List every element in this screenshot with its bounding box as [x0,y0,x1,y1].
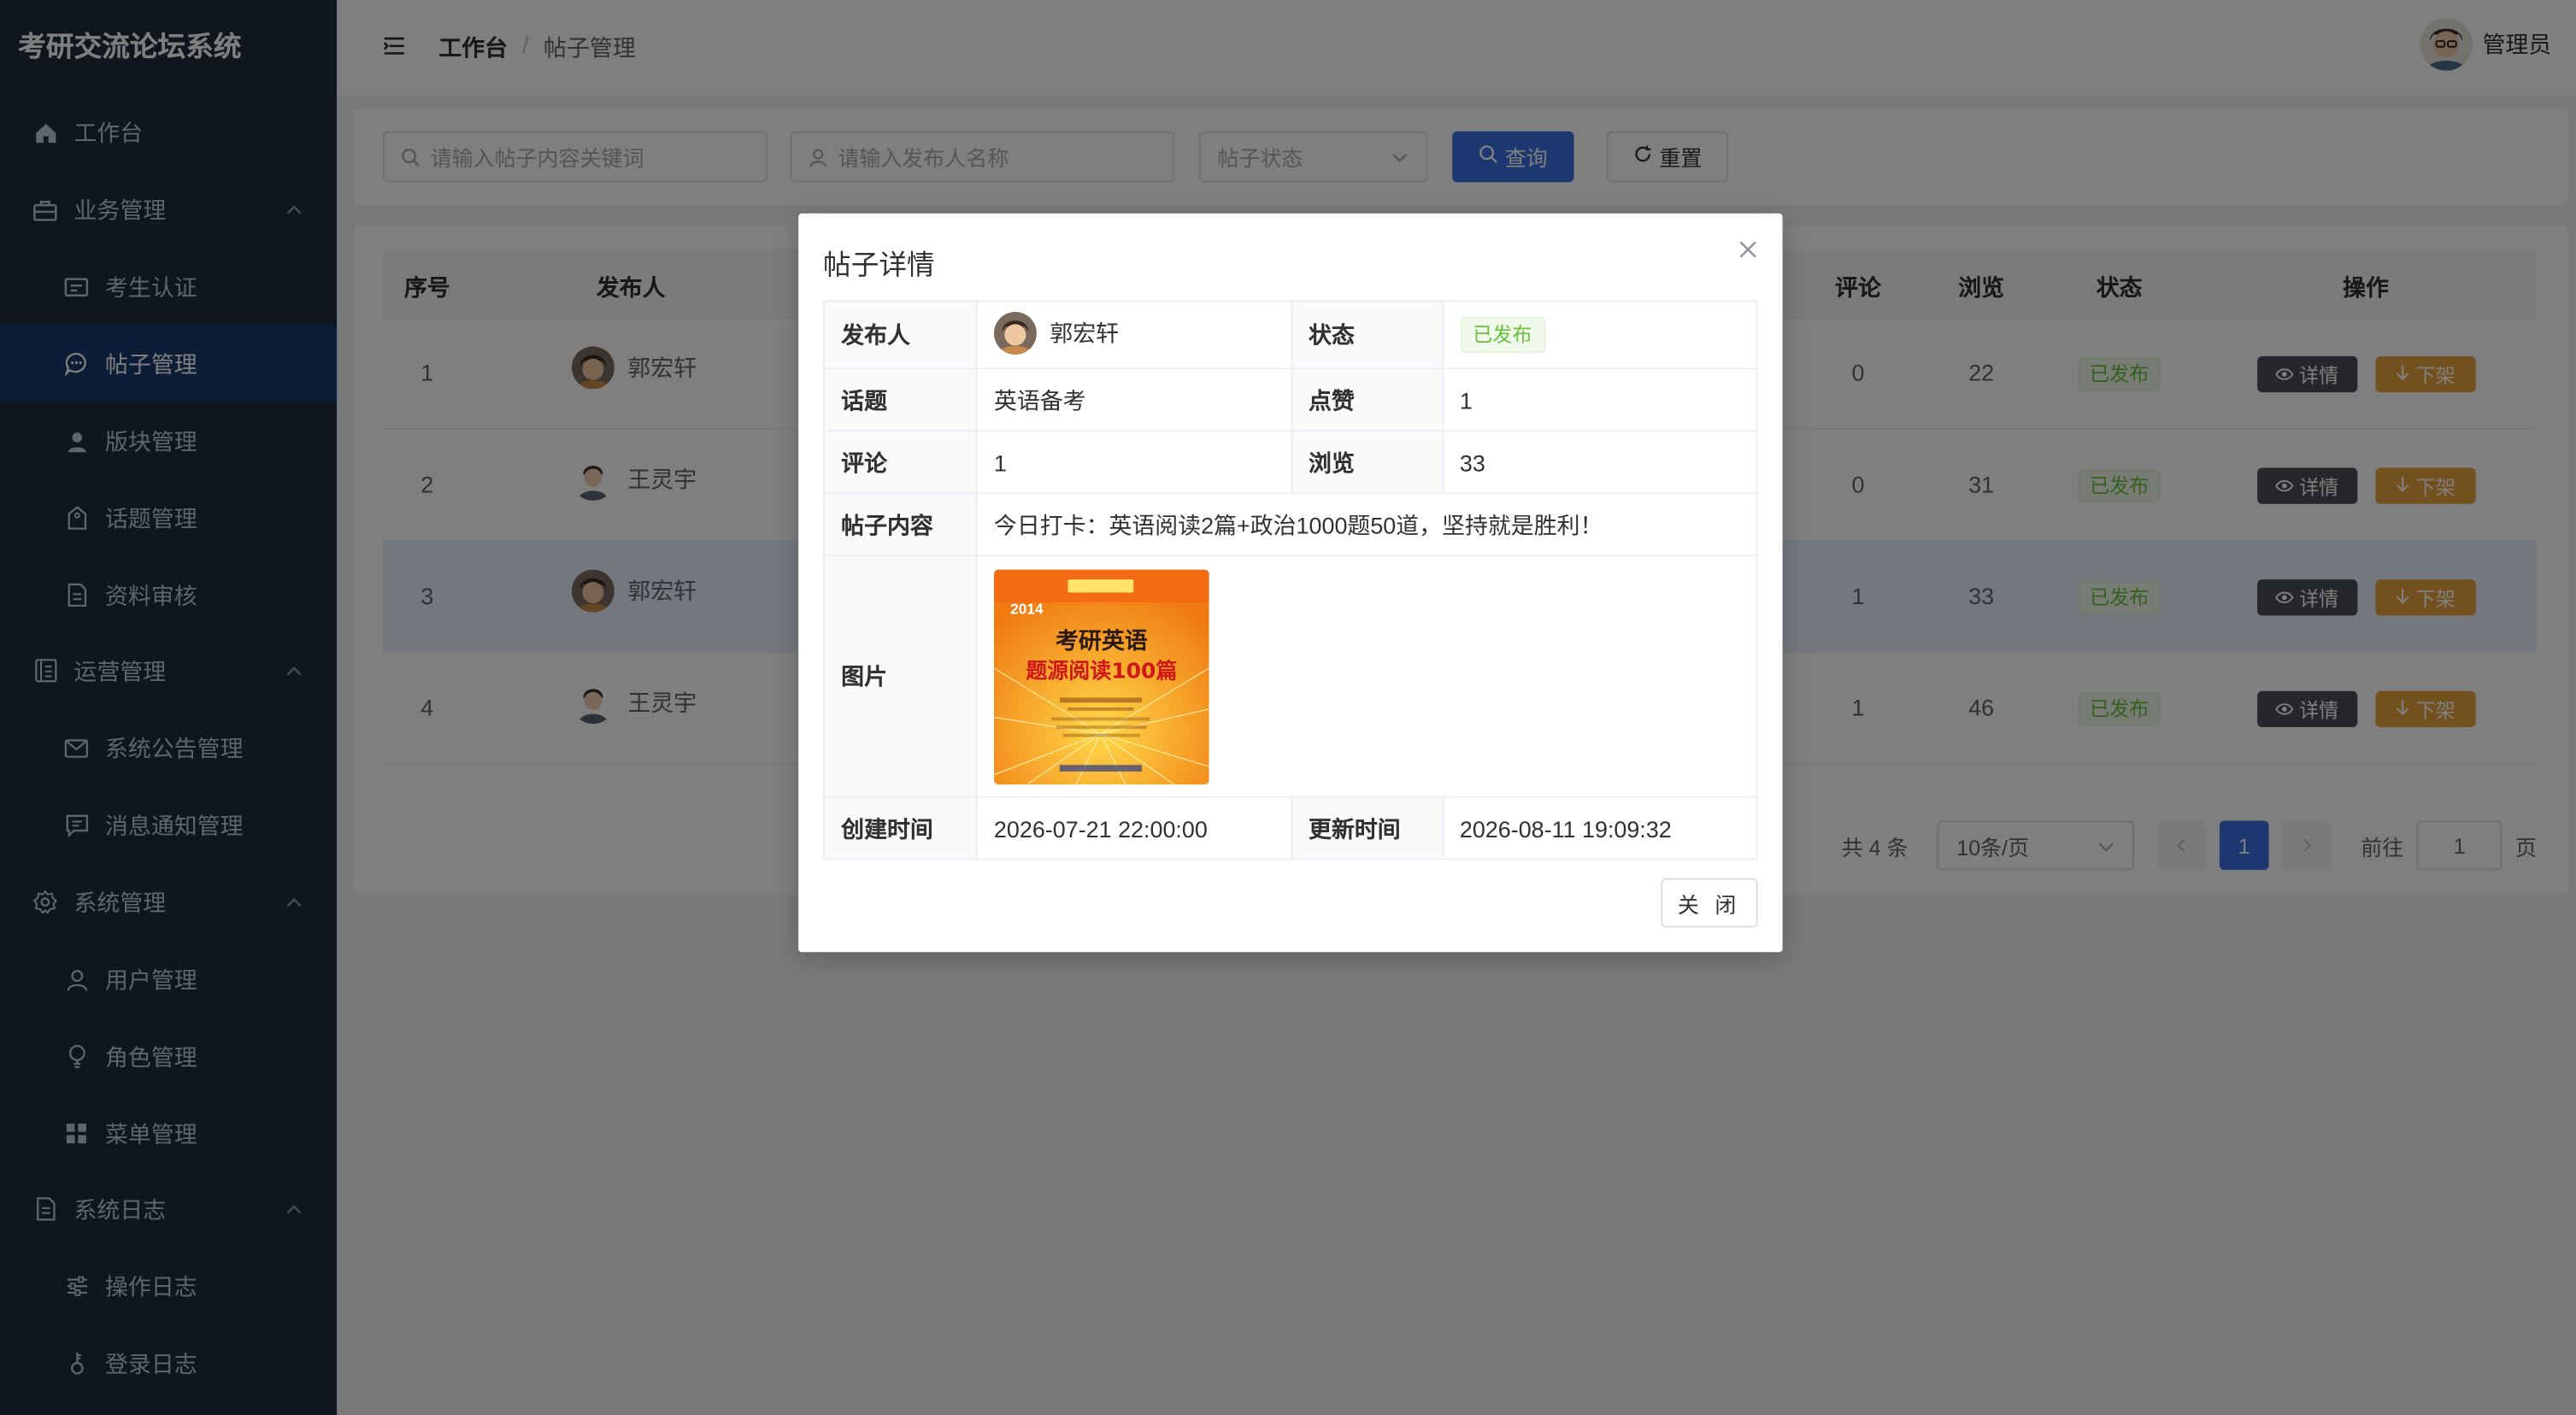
updated-value: 2026-08-11 19:09:32 [1441,796,1758,860]
created-label: 创建时间 [823,796,978,860]
likes-label: 点赞 [1290,367,1444,432]
author-value-cell: 郭宏轩 [975,300,1292,370]
book-title-line1: 考研英语 [1056,627,1148,654]
book-title-line2: 题源阅读100篇 [1026,657,1177,682]
updated-label: 更新时间 [1290,796,1444,860]
avatar [993,311,1037,354]
dialog-title: 帖子详情 [823,250,935,281]
created-value: 2026-07-21 22:00:00 [975,796,1292,860]
comments-label: 评论 [823,430,978,495]
views-value: 33 [1441,430,1758,495]
status-badge: 已发布 [1459,316,1545,354]
post-detail-table: 发布人 郭宏轩 状态 已发布 话题 英语备考 点赞 1 评论 1 浏览 33 帖… [823,300,1758,860]
book-year: 2014 [1010,600,1044,617]
status-value-cell: 已发布 [1441,300,1758,370]
post-detail-dialog: 帖子详情 发布人 郭宏轩 状态 已发布 话题 英语备考 点赞 1 评论 1 浏览… [798,213,1783,953]
views-label: 浏览 [1290,430,1444,495]
post-image[interactable]: 2014 考研英语 题源阅读100篇 [993,568,1209,784]
topic-value: 英语备考 [975,367,1292,432]
close-button-label: 关 闭 [1677,892,1742,917]
content-value: 今日打卡：英语阅读2篇+政治1000题50道，坚持就是胜利！ [975,492,1758,557]
author-label: 发布人 [823,300,978,370]
image-cell: 2014 考研英语 题源阅读100篇 [975,555,1758,798]
image-label: 图片 [823,555,978,798]
topic-label: 话题 [823,367,978,432]
content-label: 帖子内容 [823,492,978,557]
close-icon[interactable] [1738,238,1758,258]
status-label: 状态 [1290,300,1444,370]
likes-value: 1 [1441,367,1758,432]
comments-value: 1 [975,430,1292,495]
author-value: 郭宏轩 [1050,319,1120,346]
close-button[interactable]: 关 闭 [1661,878,1758,928]
